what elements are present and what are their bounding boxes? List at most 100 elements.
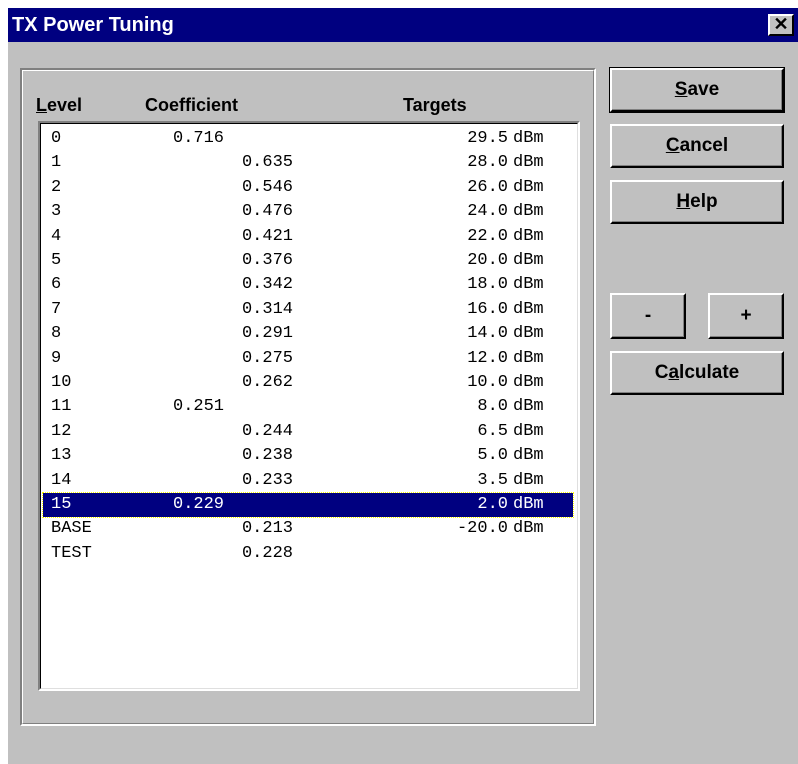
list-item[interactable]: 13 0.238 5.0 dBm: [43, 444, 573, 468]
target-cell: 14.0: [467, 324, 508, 344]
level-cell: 11: [51, 397, 72, 417]
list-item[interactable]: BASE 0.213 -20.0 dBm: [43, 517, 573, 541]
coefficient-cell: 0.421: [241, 226, 293, 246]
target-cell: 3.5: [477, 470, 508, 490]
help-button[interactable]: Help: [610, 180, 784, 224]
list-item[interactable]: 9 0.275 12.0 dBm: [43, 347, 573, 371]
list-item[interactable]: 10 0.262 10.0 dBm: [43, 371, 573, 395]
target-cell: 18.0: [467, 275, 508, 295]
coefficient-cell: 0.229: [173, 495, 225, 514]
cancel-button[interactable]: Cancel: [610, 124, 784, 168]
target-cell: 2.0: [477, 495, 508, 514]
level-cell: BASE: [51, 519, 92, 539]
column-header-level: Level: [36, 95, 83, 115]
level-cell: 5: [51, 251, 62, 270]
coefficient-cell: 0.476: [241, 202, 293, 222]
target-cell: 22.0: [467, 226, 508, 246]
list-item[interactable]: 4 0.421 22.0 dBm: [43, 225, 573, 249]
target-cell: 26.0: [467, 177, 508, 197]
target-cell: 12.0: [467, 348, 508, 368]
level-cell: 8: [51, 324, 62, 344]
unit-cell: dBm: [513, 446, 544, 466]
column-header-targets: Targets: [403, 95, 467, 115]
target-cell: -20.0: [456, 519, 508, 539]
coefficient-cell: 0.342: [241, 275, 293, 295]
column-header-coefficient: Coefficient: [145, 95, 239, 115]
target-cell: 24.0: [467, 202, 508, 222]
coefficient-cell: 0.291: [241, 324, 293, 344]
coefficient-cell: 0.238: [241, 446, 293, 466]
coefficient-cell: 0.262: [241, 373, 293, 392]
level-cell: 12: [51, 421, 72, 441]
list-item[interactable]: 14 0.233 3.5 dBm: [43, 469, 573, 493]
target-cell: 10.0: [467, 373, 508, 392]
unit-cell: dBm: [513, 519, 544, 539]
list-item[interactable]: 7 0.314 16.0 dBm: [43, 298, 573, 322]
coefficient-cell: 0.635: [241, 153, 293, 173]
unit-cell: dBm: [513, 348, 544, 368]
list-item[interactable]: 6 0.342 18.0 dBm: [43, 273, 573, 297]
coefficient-cell: 0.275: [241, 348, 293, 368]
unit-cell: dBm: [513, 495, 544, 514]
coefficient-cell: 0.244: [241, 421, 293, 441]
level-cell: 2: [51, 177, 62, 197]
level-cell: 4: [51, 226, 62, 246]
target-cell: 8.0: [477, 397, 508, 417]
coefficient-cell: 0.233: [241, 470, 293, 490]
level-cell: 6: [51, 275, 62, 295]
tx-power-tuning-dialog: TX Power Tuning ✕ Level Coefficient Targ…: [8, 8, 798, 764]
unit-cell: dBm: [513, 397, 544, 417]
list-item[interactable]: 12 0.244 6.5 dBm: [43, 420, 573, 444]
unit-cell: dBm: [513, 299, 544, 319]
coefficient-cell: 0.251: [173, 397, 225, 417]
target-cell: 29.5: [467, 129, 508, 148]
window-title: TX Power Tuning: [12, 14, 174, 36]
list-item[interactable]: 11 0.251 8.0 dBm: [43, 395, 573, 419]
level-cell: 3: [51, 202, 62, 222]
coefficient-cell: 0.546: [241, 177, 293, 197]
decrease-button[interactable]: -: [610, 293, 686, 339]
target-cell: 6.5: [477, 421, 508, 441]
level-cell: 10: [51, 373, 72, 392]
unit-cell: dBm: [513, 251, 544, 270]
target-cell: 5.0: [477, 446, 508, 466]
unit-cell: dBm: [513, 153, 544, 173]
list-item[interactable]: 0 0.716 29.5 dBm: [43, 127, 573, 151]
save-button[interactable]: Save: [609, 67, 785, 113]
power-level-list[interactable]: 0 0.716 29.5 dBm 1 0.635 28.0 dBm 2 0.546 26.0 dBm 3…: [38, 121, 580, 691]
list-item[interactable]: 2 0.546 26.0 dBm: [43, 176, 573, 200]
target-cell: 28.0: [467, 153, 508, 173]
level-cell: 13: [51, 446, 72, 466]
level-cell: 9: [51, 348, 62, 368]
list-item[interactable]: 5 0.376 20.0 dBm: [43, 249, 573, 273]
unit-cell: dBm: [513, 226, 544, 246]
list-item[interactable]: 3 0.476 24.0 dBm: [43, 200, 573, 224]
list-item[interactable]: 15 0.229 2.0 dBm: [42, 492, 574, 518]
coefficient-cell: 0.716: [173, 129, 225, 148]
calculate-button[interactable]: Calculate: [610, 351, 784, 395]
unit-cell: dBm: [513, 275, 544, 295]
level-cell: 7: [51, 299, 62, 319]
title-bar[interactable]: TX Power Tuning ✕: [8, 8, 798, 42]
unit-cell: dBm: [513, 373, 544, 392]
level-cell: 0: [51, 129, 62, 148]
level-cell: 14: [51, 470, 72, 490]
target-cell: 16.0: [467, 299, 508, 319]
level-cell: 15: [51, 495, 72, 514]
unit-cell: dBm: [513, 421, 544, 441]
increase-button[interactable]: +: [708, 293, 784, 339]
target-cell: 20.0: [467, 251, 508, 270]
list-item[interactable]: 8 0.291 14.0 dBm: [43, 322, 573, 346]
coefficient-cell: 0.228: [241, 543, 293, 563]
coefficient-cell: 0.376: [241, 251, 293, 270]
list-item[interactable]: 1 0.635 28.0 dBm: [43, 151, 573, 175]
coefficient-cell: 0.314: [241, 299, 293, 319]
level-cell: TEST: [51, 543, 92, 563]
unit-cell: dBm: [513, 177, 544, 197]
close-icon[interactable]: ✕: [768, 14, 794, 36]
coefficient-cell: 0.213: [241, 519, 293, 539]
list-item[interactable]: TEST 0.228: [43, 542, 573, 566]
unit-cell: dBm: [513, 129, 544, 148]
unit-cell: dBm: [513, 470, 544, 490]
unit-cell: dBm: [513, 202, 544, 222]
